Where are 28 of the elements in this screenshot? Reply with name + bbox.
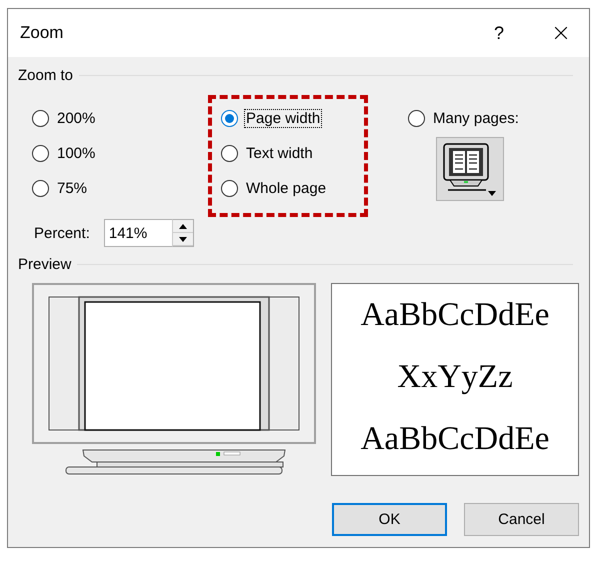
radio-label[interactable]: Page width — [244, 109, 322, 128]
radio-button[interactable] — [221, 110, 238, 127]
radio-label[interactable]: 75% — [55, 179, 90, 198]
sample-text: AaBbCcDdEe — [360, 296, 550, 335]
percent-label: Percent: — [34, 224, 90, 242]
radio-button[interactable] — [32, 145, 49, 162]
radio-label[interactable]: Whole page — [244, 179, 328, 198]
radio-button[interactable] — [32, 110, 49, 127]
many-pages-button[interactable] — [436, 137, 504, 201]
sample-text: AaBbCcDdEe — [360, 420, 550, 459]
cancel-button[interactable]: Cancel — [464, 503, 579, 536]
radio-label[interactable]: 200% — [55, 109, 98, 128]
radio-button[interactable] — [221, 180, 238, 197]
window-title: Zoom — [20, 23, 64, 43]
section-label: Preview — [18, 256, 72, 273]
radio-button[interactable] — [408, 110, 425, 127]
help-button[interactable]: ? — [469, 13, 529, 53]
radio-label[interactable]: 100% — [55, 144, 98, 163]
section-label: Zoom to — [18, 67, 74, 84]
ok-button[interactable]: OK — [332, 503, 447, 536]
up-triangle-icon — [178, 224, 187, 228]
percent-field[interactable]: 141% — [104, 219, 172, 247]
down-triangle-icon — [178, 236, 187, 242]
radio-button[interactable] — [32, 180, 49, 197]
radio-label[interactable]: Many pages: — [431, 109, 521, 128]
radio-label[interactable]: Text width — [244, 144, 315, 163]
radio-button[interactable] — [221, 145, 238, 162]
sample-text: XxYyZz — [397, 358, 513, 397]
